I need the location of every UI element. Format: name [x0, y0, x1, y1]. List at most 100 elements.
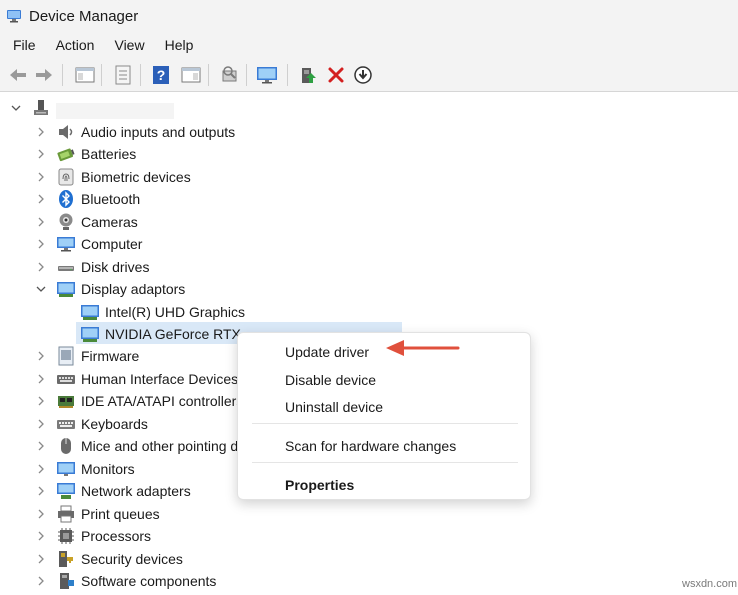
tree-item-bluetooth[interactable]: Bluetooth — [0, 188, 738, 210]
console-tree-button[interactable] — [74, 64, 96, 86]
menu-view[interactable]: View — [107, 34, 151, 56]
chevron-right-icon[interactable] — [35, 261, 47, 273]
tree-item-label: Disk drives — [81, 259, 150, 275]
battery-icon — [57, 148, 75, 162]
properties-menu-item[interactable]: Properties — [285, 477, 354, 493]
tree-item-biometric[interactable]: Biometric devices — [0, 166, 738, 188]
scan-hardware-button[interactable] — [219, 64, 241, 86]
menu-bar: File Action View Help — [0, 32, 738, 58]
tree-item-print[interactable]: Print queues — [0, 503, 738, 525]
chevron-right-icon[interactable] — [35, 148, 47, 160]
uninstall-device-menu-item[interactable]: Uninstall device — [285, 399, 383, 415]
tree-item-security[interactable]: Security devices — [0, 548, 738, 570]
chevron-right-icon[interactable] — [35, 171, 47, 183]
computer-icon — [34, 100, 48, 115]
back-button[interactable] — [7, 64, 29, 86]
chevron-right-icon[interactable] — [35, 530, 47, 542]
uninstall-toolbar-button[interactable] — [325, 64, 347, 86]
ide-controller-icon — [58, 396, 74, 408]
disable-device-menu-item[interactable]: Disable device — [285, 372, 376, 388]
chevron-right-icon[interactable] — [35, 575, 47, 587]
network-adapter-icon — [57, 483, 75, 499]
chevron-right-icon[interactable] — [35, 553, 47, 565]
toolbar-separator — [246, 64, 247, 86]
tree-item-label: Biometric devices — [81, 169, 191, 185]
disk-drive-icon — [58, 266, 74, 271]
window-title: Device Manager — [29, 7, 139, 25]
scan-hardware-changes-menu-item[interactable]: Scan for hardware changes — [285, 438, 456, 454]
display-adapter-icon — [57, 282, 75, 297]
tree-item-label: Software components — [81, 573, 217, 589]
monitor-icon — [57, 462, 75, 476]
chevron-right-icon[interactable] — [35, 193, 47, 205]
forward-icon — [36, 69, 52, 81]
menu-file[interactable]: File — [6, 34, 43, 56]
chevron-right-icon[interactable] — [35, 373, 47, 385]
action-pane-icon — [181, 67, 201, 83]
tree-item-label: Batteries — [81, 146, 137, 162]
tree-item-label: Cameras — [81, 214, 138, 230]
tree-item-display[interactable]: Display adaptors — [0, 278, 738, 300]
menu-action[interactable]: Action — [49, 34, 102, 56]
chevron-right-icon[interactable] — [35, 350, 47, 362]
chevron-right-icon[interactable] — [35, 238, 47, 250]
download-toolbar-button[interactable] — [352, 64, 374, 86]
update-driver-menu-item[interactable]: Update driver — [285, 344, 369, 360]
tree-item-label: Print queues — [81, 506, 160, 522]
chevron-right-icon[interactable] — [35, 216, 47, 228]
tree-item-label: Human Interface Devices — [81, 371, 239, 387]
back-icon — [10, 69, 26, 81]
bluetooth-icon — [59, 190, 73, 208]
toolbar-separator — [101, 64, 102, 86]
chevron-right-icon[interactable] — [35, 463, 47, 475]
tree-item-batteries[interactable]: Batteries — [0, 143, 738, 165]
help-button[interactable]: ? — [150, 64, 172, 86]
forward-button[interactable] — [33, 64, 55, 86]
tree-item-label: IDE ATA/ATAPI controllers — [81, 393, 244, 409]
red-arrow-icon — [386, 340, 460, 356]
help-icon: ? — [153, 66, 169, 84]
tree-item-label: Bluetooth — [81, 191, 141, 207]
title-bar: Device Manager — [0, 0, 738, 32]
speaker-icon — [59, 125, 73, 139]
camera-icon — [59, 213, 73, 230]
tree-item-audio[interactable]: Audio inputs and outputs — [0, 121, 738, 143]
firmware-icon — [58, 346, 74, 366]
uninstall-icon — [328, 67, 344, 83]
chevron-right-icon[interactable] — [35, 508, 47, 520]
tree-item-software[interactable]: Software components — [0, 570, 738, 592]
toolbar-separator — [140, 64, 141, 86]
chevron-right-icon[interactable] — [35, 126, 47, 138]
properties-button[interactable] — [112, 64, 134, 86]
computer-name-redacted — [56, 103, 174, 119]
tree-item-label: Computer — [81, 236, 143, 252]
update-driver-toolbar-button[interactable] — [297, 64, 319, 86]
chevron-right-icon[interactable] — [35, 418, 47, 430]
keyboard-icon — [57, 420, 75, 429]
hid-icon — [57, 375, 75, 384]
tree-item-disk[interactable]: Disk drives — [0, 256, 738, 278]
menu-help[interactable]: Help — [158, 34, 201, 56]
chevron-right-icon[interactable] — [35, 395, 47, 407]
action-pane-button[interactable] — [180, 64, 202, 86]
tree-item-label: Monitors — [81, 461, 135, 477]
tree-item-computer[interactable]: Computer — [0, 233, 738, 255]
update-driver-icon — [302, 68, 316, 83]
security-device-icon — [59, 551, 73, 567]
tree-item-label: Network adapters — [81, 483, 191, 499]
tree-root-row[interactable] — [0, 97, 738, 119]
tree-item-label: Audio inputs and outputs — [81, 124, 236, 140]
software-component-icon — [60, 573, 74, 589]
svg-text:?: ? — [157, 67, 166, 83]
chevron-down-icon[interactable] — [35, 283, 47, 295]
tree-item-processors[interactable]: Processors — [0, 525, 738, 547]
scan-hardware-changes-icon — [222, 66, 237, 82]
monitor-button[interactable] — [256, 64, 278, 86]
monitor-icon — [257, 67, 277, 84]
chevron-right-icon[interactable] — [35, 440, 47, 452]
tree-item-cameras[interactable]: Cameras — [0, 211, 738, 233]
tree-item-intel-uhd[interactable]: Intel(R) UHD Graphics — [0, 301, 738, 323]
chevron-right-icon[interactable] — [35, 485, 47, 497]
computer-icon — [57, 237, 75, 252]
chevron-down-icon[interactable] — [10, 102, 22, 114]
